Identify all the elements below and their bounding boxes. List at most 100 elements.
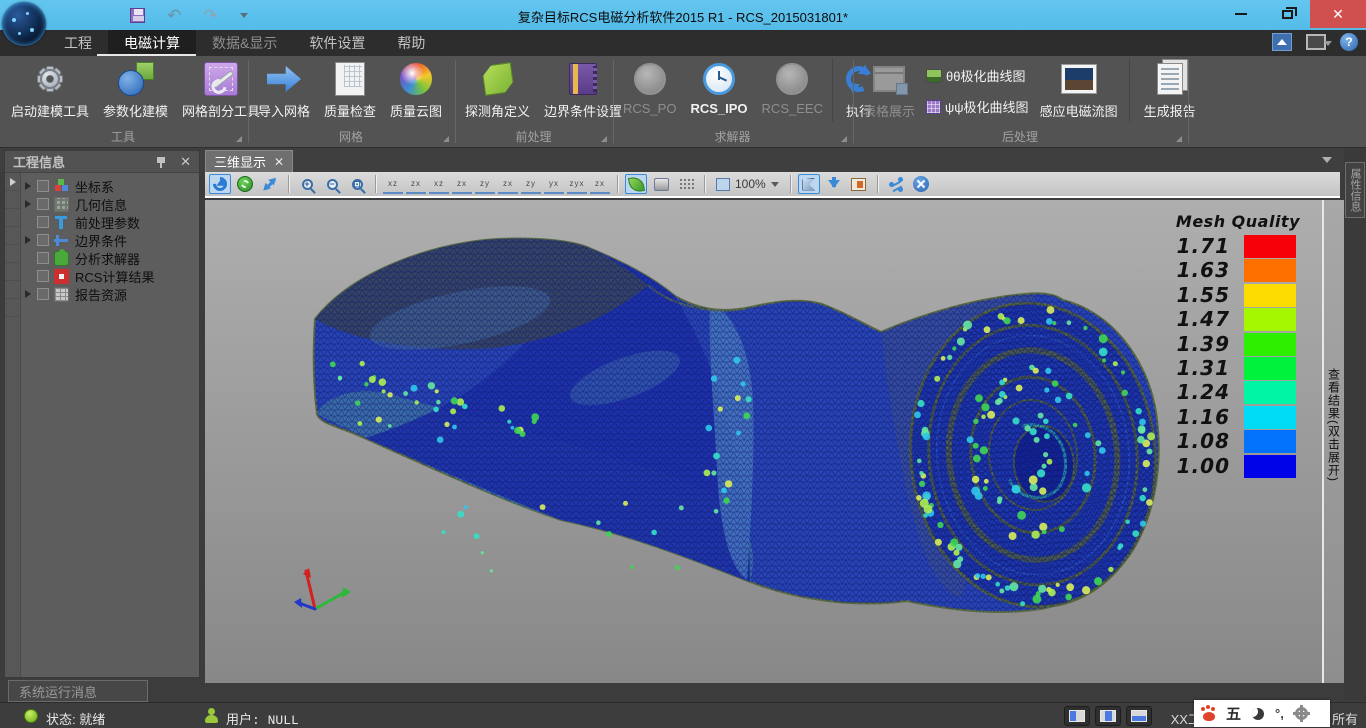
psi-polar-curve-button[interactable]: ψψ极化曲线图: [922, 95, 1033, 118]
ime-punctuation-label[interactable]: °,: [1275, 706, 1284, 721]
ime-settings-gear-icon[interactable]: [1295, 707, 1308, 720]
export-down-button[interactable]: [823, 174, 845, 194]
rcs-po-button[interactable]: RCS_PO: [616, 58, 683, 118]
close-button[interactable]: ✕: [1310, 0, 1366, 28]
zoom-in-button[interactable]: +: [296, 174, 318, 194]
minimize-button[interactable]: [1218, 0, 1264, 28]
results-tab-strip[interactable]: 查看结果(双击展开): [1322, 200, 1344, 683]
view-orientation-button[interactable]: zx: [406, 174, 426, 194]
menu-tab-data-display[interactable]: 数据&显示: [196, 30, 293, 56]
surface-icon: [654, 178, 669, 191]
ime-logo-paw-icon[interactable]: [1203, 712, 1215, 721]
checkbox[interactable]: [37, 198, 49, 210]
parametric-modeling-button[interactable]: 参数化建模: [96, 58, 175, 122]
close-tab-icon[interactable]: ✕: [274, 155, 284, 169]
expander-icon[interactable]: [21, 290, 35, 298]
properties-tab[interactable]: 属性信息: [1345, 162, 1365, 218]
help-icon[interactable]: ?: [1340, 33, 1358, 51]
points-mode-button[interactable]: [675, 174, 697, 194]
ime-fullhalf-moon-icon[interactable]: [1252, 708, 1264, 720]
restore-icon: [1282, 10, 1293, 19]
checkbox[interactable]: [37, 252, 49, 264]
mesh-quality-legend: Mesh Quality 1.71 1.63 1.55 1.47 1.39 1.…: [1132, 212, 1302, 479]
tree-item-boundary-condition[interactable]: 边界条件: [21, 231, 197, 249]
pan-view-button[interactable]: [259, 174, 281, 194]
ime-mode-label[interactable]: 五: [1226, 703, 1241, 724]
checkbox[interactable]: [37, 234, 49, 246]
menu-tab-em-compute[interactable]: 电磁计算: [108, 30, 196, 56]
refresh-view-button[interactable]: [234, 174, 256, 194]
rotate-view-button[interactable]: [209, 174, 231, 194]
display-device-icon[interactable]: [1306, 34, 1326, 50]
view-orientation-button[interactable]: zx: [452, 174, 472, 194]
table-display-button[interactable]: 表格展示: [856, 58, 922, 122]
tree-item-report-resource[interactable]: 报告资源: [21, 285, 197, 303]
viewport-3d[interactable]: Mesh Quality 1.71 1.63 1.55 1.47 1.39 1.…: [205, 200, 1322, 683]
checkbox[interactable]: [37, 216, 49, 228]
dialog-launcher-icon[interactable]: [236, 136, 242, 142]
pin-icon[interactable]: [156, 156, 166, 168]
import-mesh-button[interactable]: 导入网格: [251, 58, 317, 122]
tree-item-solver[interactable]: 分析求解器: [21, 249, 197, 267]
checkbox[interactable]: [37, 270, 49, 282]
view-orientation-button[interactable]: zy: [475, 174, 495, 194]
share-flow-button[interactable]: [885, 174, 907, 194]
zoom-in-icon: +: [302, 179, 313, 190]
tree-item-coordinate-system[interactable]: 坐标系: [21, 177, 197, 195]
expander-icon[interactable]: [21, 200, 35, 208]
quality-check-button[interactable]: 质量检查: [317, 58, 383, 122]
select-tool-button[interactable]: [798, 174, 820, 194]
zoom-level-select[interactable]: 100%: [712, 177, 783, 191]
app-logo[interactable]: [2, 2, 46, 46]
panel-title: 工程信息: [13, 152, 156, 171]
tree-item-rcs-result[interactable]: RCS计算结果: [21, 267, 197, 285]
legend-swatch: [1244, 333, 1296, 356]
view-orientation-button[interactable]: xz: [429, 174, 449, 194]
launch-modeling-tool-button[interactable]: 启动建模工具: [4, 58, 96, 122]
expander-icon[interactable]: [21, 182, 35, 190]
zoom-fit-button[interactable]: ⊡: [346, 174, 368, 194]
tree-item-preprocess-params[interactable]: 前处理参数: [21, 213, 197, 231]
checkbox[interactable]: [37, 180, 49, 192]
shaded-mode-button[interactable]: [625, 174, 647, 194]
ribbon-group-label: 工具: [6, 130, 240, 144]
view-orientation-button[interactable]: zx: [498, 174, 518, 194]
expander-icon[interactable]: [21, 236, 35, 244]
layout-left-panel-button[interactable]: [1064, 706, 1090, 726]
panel-close-icon[interactable]: ✕: [180, 154, 191, 170]
tree-item-geometry-info[interactable]: 几何信息: [21, 195, 197, 213]
rcs-ipo-button[interactable]: RCS_IPO: [683, 58, 754, 118]
induced-current-map-button[interactable]: 感应电磁流图: [1033, 58, 1125, 122]
close-view-button[interactable]: [910, 174, 932, 194]
toolbar-separator: [288, 175, 289, 193]
system-messages-tab[interactable]: 系统运行消息: [8, 680, 148, 702]
capture-window-button[interactable]: [848, 174, 870, 194]
collapse-ribbon-icon[interactable]: [1272, 33, 1292, 51]
rcs-eec-button[interactable]: RCS_EEC: [755, 58, 830, 118]
dialog-launcher-icon[interactable]: [1176, 136, 1182, 142]
view-orientation-button[interactable]: zy: [521, 174, 541, 194]
layout-bottom-panel-button[interactable]: [1126, 706, 1152, 726]
view-orientation-button[interactable]: yx: [544, 174, 564, 194]
dialog-launcher-icon[interactable]: [841, 136, 847, 142]
menu-tab-settings[interactable]: 软件设置: [293, 30, 381, 56]
probe-angle-button[interactable]: 探测角定义: [458, 58, 537, 122]
layout-middle-panel-button[interactable]: [1095, 706, 1121, 726]
tab-list-dropdown-icon[interactable]: [1322, 157, 1332, 163]
wireframe-mode-button[interactable]: [650, 174, 672, 194]
menu-tab-project[interactable]: 工程: [48, 30, 108, 56]
theta-polar-curve-button[interactable]: θθ极化曲线图: [922, 64, 1033, 87]
dialog-launcher-icon[interactable]: [443, 136, 449, 142]
close-circle-icon: [913, 176, 929, 192]
view-orientation-button[interactable]: zx: [590, 174, 610, 194]
restore-button[interactable]: [1264, 0, 1310, 28]
view-orientation-button[interactable]: zyx: [567, 174, 587, 194]
dialog-launcher-icon[interactable]: [601, 136, 607, 142]
quality-cloud-button[interactable]: 质量云图: [383, 58, 449, 122]
generate-report-button[interactable]: 生成报告: [1129, 58, 1203, 122]
view-orientation-button[interactable]: xz: [383, 174, 403, 194]
menu-tab-help[interactable]: 帮助: [381, 30, 441, 56]
tab-3d-display[interactable]: 三维显示 ✕: [205, 150, 293, 172]
zoom-out-button[interactable]: −: [321, 174, 343, 194]
checkbox[interactable]: [37, 288, 49, 300]
